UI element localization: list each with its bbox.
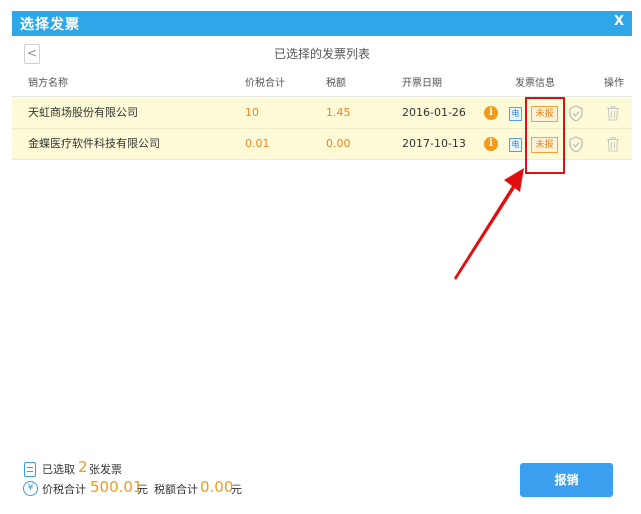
total-amount: 10 xyxy=(245,106,259,119)
total-unit: 元 xyxy=(137,483,148,496)
status-badge[interactable]: 未报 xyxy=(531,137,558,153)
column-header-date: 开票日期 xyxy=(402,78,442,89)
tax-total-label: 税额合计 xyxy=(154,483,198,496)
info-icon[interactable]: i xyxy=(484,106,498,120)
dialog-title: 选择发票 xyxy=(20,17,80,33)
table-row[interactable]: 天虹商场股份有限公司 10 1.45 2016-01-26 i 电 未报 xyxy=(12,98,632,129)
status-badge[interactable]: 未报 xyxy=(531,106,558,122)
subheader: < 已选择的发票列表 xyxy=(12,38,632,68)
column-header-info: 发票信息 xyxy=(515,78,555,89)
invoice-date: 2016-01-26 xyxy=(402,106,466,119)
seller-name: 天虹商场股份有限公司 xyxy=(28,106,138,119)
tax-amount: 0.00 xyxy=(326,137,351,150)
column-header-total: 价税合计 xyxy=(245,78,285,89)
yen-icon: ¥ xyxy=(23,481,38,496)
trash-icon[interactable] xyxy=(606,136,620,152)
info-icon[interactable]: i xyxy=(484,137,498,151)
total-value: 500.01 xyxy=(90,478,143,496)
seller-name: 金蝶医疗软件科技有限公司 xyxy=(28,137,160,150)
tax-total-unit: 元 xyxy=(231,483,242,496)
shield-check-icon[interactable] xyxy=(568,136,584,153)
electronic-invoice-icon: 电 xyxy=(509,107,522,121)
invoice-date: 2017-10-13 xyxy=(402,137,466,150)
selected-count: 2 xyxy=(78,458,88,476)
column-header-actions: 操作 xyxy=(604,78,624,89)
selection-summary: 已选取 2 张发票 ¥ 价税合计 500.01 元 税额合计 0.00 元 xyxy=(23,458,424,503)
total-label: 价税合计 xyxy=(42,483,86,496)
list-title: 已选择的发票列表 xyxy=(273,47,370,61)
table-row[interactable]: 金蝶医疗软件科技有限公司 0.01 0.00 2017-10-13 i 电 未报 xyxy=(12,129,632,160)
annotation-arrow-icon xyxy=(454,168,524,280)
selected-suffix: 张发票 xyxy=(89,463,122,476)
select-invoice-dialog: 选择发票 X < 已选择的发票列表 销方名称 价税合计 税额 开票日期 发票信息… xyxy=(0,0,641,514)
column-header-seller: 销方名称 xyxy=(28,78,68,89)
shield-check-icon[interactable] xyxy=(568,105,584,122)
trash-icon[interactable] xyxy=(606,105,620,121)
column-header-tax: 税额 xyxy=(326,78,346,89)
dialog-titlebar: 选择发票 X xyxy=(12,11,632,36)
header-divider xyxy=(12,96,632,97)
total-amount: 0.01 xyxy=(245,137,270,150)
tax-total-value: 0.00 xyxy=(200,478,234,496)
document-icon xyxy=(24,462,36,477)
reimburse-button[interactable]: 报销 xyxy=(520,463,613,497)
close-icon[interactable]: X xyxy=(614,14,624,29)
tax-amount: 1.45 xyxy=(326,106,351,119)
electronic-invoice-icon: 电 xyxy=(509,138,522,152)
selected-prefix: 已选取 xyxy=(42,463,75,476)
